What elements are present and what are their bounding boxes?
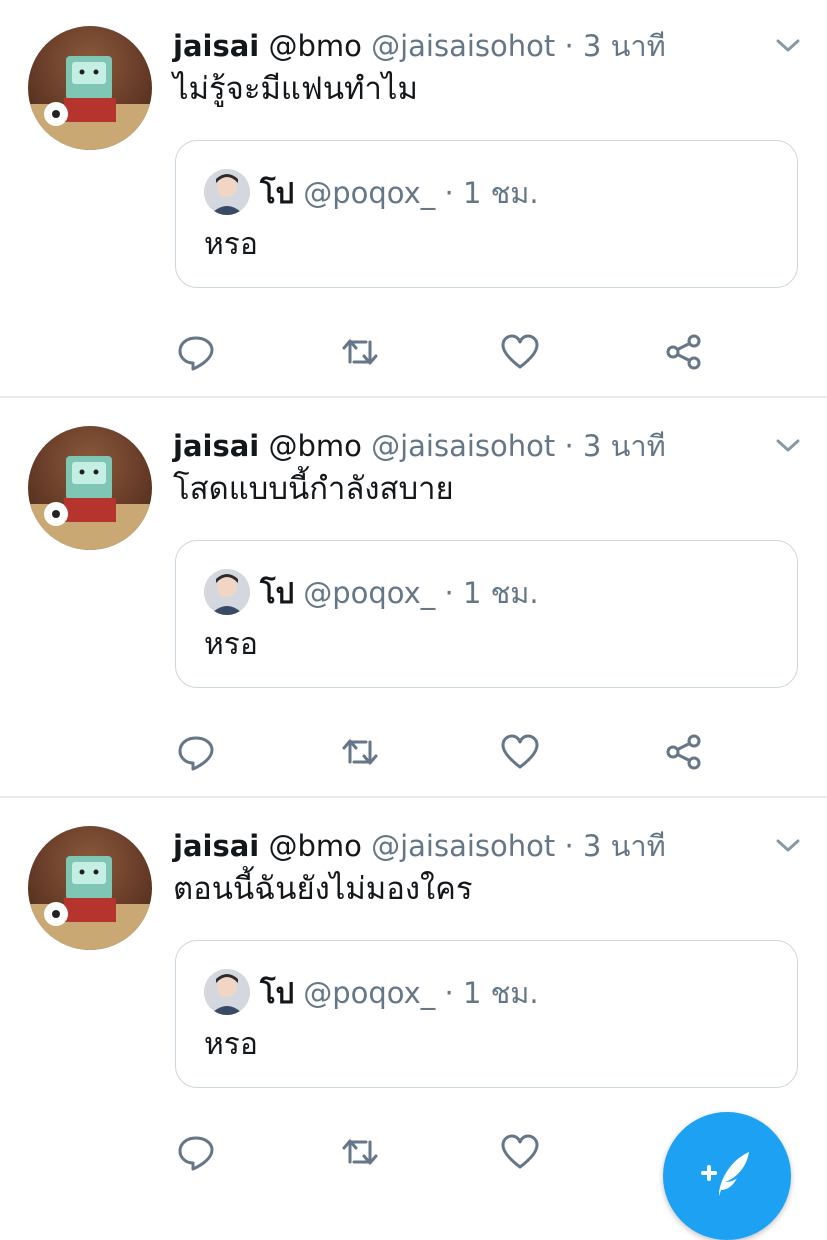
quoted-text: หรอ — [204, 627, 258, 662]
display-name-suffix: @bmo — [268, 29, 362, 63]
quoted-text: หรอ — [204, 227, 258, 262]
avatar[interactable] — [28, 426, 152, 550]
reply-icon[interactable] — [176, 1132, 216, 1172]
display-name-suffix: @bmo — [268, 429, 362, 463]
separator: · — [444, 976, 454, 1010]
display-name-suffix: @bmo — [268, 829, 362, 863]
separator: · — [564, 29, 574, 63]
quoted-header: โป @poqox_ · 1 ชม. — [260, 971, 539, 1015]
reply-icon[interactable] — [176, 332, 216, 372]
quoted-username[interactable]: @poqox_ — [303, 176, 435, 210]
compose-tweet-button[interactable] — [663, 1112, 791, 1240]
chevron-down-icon[interactable] — [775, 836, 801, 856]
display-name[interactable]: jaisai — [173, 429, 259, 463]
retweet-icon[interactable] — [340, 732, 380, 772]
retweet-icon[interactable] — [340, 332, 380, 372]
tweet-header: jaisai @bmo @jaisaisohot · 3 นาที — [173, 826, 666, 866]
timestamp[interactable]: 3 นาที — [583, 429, 666, 463]
separator: · — [564, 829, 574, 863]
quoted-timestamp: 1 ชม. — [462, 976, 539, 1010]
person-avatar-image — [204, 169, 250, 215]
bmo-avatar-image — [28, 56, 152, 150]
tweet-actions — [176, 332, 736, 372]
chevron-down-icon[interactable] — [775, 36, 801, 56]
quoted-timestamp: 1 ชม. — [462, 576, 539, 610]
avatar[interactable] — [28, 826, 152, 950]
tweet-divider — [0, 796, 827, 798]
display-name[interactable]: jaisai — [173, 29, 259, 63]
quoted-header: โป @poqox_ · 1 ชม. — [260, 571, 539, 615]
separator: · — [444, 176, 454, 210]
quoted-avatar[interactable] — [204, 569, 250, 615]
tweet-text: ไม่รู้จะมีแฟนทำไม — [173, 71, 418, 107]
tweet-text: โสดแบบนี้กำลังสบาย — [173, 471, 454, 507]
tweet-actions — [176, 732, 736, 772]
quoted-timestamp: 1 ชม. — [462, 176, 539, 210]
tweet-1[interactable]: jaisai @bmo @jaisaisohot · 3 นาที ไม่รู้… — [0, 0, 827, 400]
quoted-tweet[interactable]: โป @poqox_ · 1 ชม. หรอ — [175, 940, 798, 1088]
tweet-header: jaisai @bmo @jaisaisohot · 3 นาที — [173, 426, 666, 466]
heart-icon[interactable] — [500, 1132, 540, 1172]
timestamp[interactable]: 3 นาที — [583, 829, 666, 863]
username[interactable]: @jaisaisohot — [371, 429, 555, 463]
display-name[interactable]: jaisai — [173, 829, 259, 863]
separator: · — [444, 576, 454, 610]
quoted-avatar[interactable] — [204, 169, 250, 215]
person-avatar-image — [204, 969, 250, 1015]
quoted-display-name[interactable]: โป — [260, 976, 294, 1010]
quoted-display-name[interactable]: โป — [260, 576, 294, 610]
share-icon[interactable] — [664, 732, 704, 772]
quoted-header: โป @poqox_ · 1 ชม. — [260, 171, 539, 215]
separator: · — [564, 429, 574, 463]
tweet-actions — [176, 1132, 736, 1172]
bmo-avatar-image — [28, 856, 152, 950]
avatar[interactable] — [28, 26, 152, 150]
quoted-tweet[interactable]: โป @poqox_ · 1 ชม. หรอ — [175, 540, 798, 688]
quoted-display-name[interactable]: โป — [260, 176, 294, 210]
username[interactable]: @jaisaisohot — [371, 29, 555, 63]
timestamp[interactable]: 3 นาที — [583, 29, 666, 63]
username[interactable]: @jaisaisohot — [371, 829, 555, 863]
quoted-text: หรอ — [204, 1027, 258, 1062]
tweet-2[interactable]: jaisai @bmo @jaisaisohot · 3 นาที โสดแบบ… — [0, 400, 827, 800]
bmo-avatar-image — [28, 456, 152, 550]
tweet-divider — [0, 396, 827, 398]
chevron-down-icon[interactable] — [775, 436, 801, 456]
quoted-tweet[interactable]: โป @poqox_ · 1 ชม. หรอ — [175, 140, 798, 288]
quoted-username[interactable]: @poqox_ — [303, 576, 435, 610]
reply-icon[interactable] — [176, 732, 216, 772]
tweet-header: jaisai @bmo @jaisaisohot · 3 นาที — [173, 26, 666, 66]
heart-icon[interactable] — [500, 332, 540, 372]
retweet-icon[interactable] — [340, 1132, 380, 1172]
compose-tweet-icon — [701, 1152, 749, 1196]
quoted-username[interactable]: @poqox_ — [303, 976, 435, 1010]
person-avatar-image — [204, 569, 250, 615]
tweet-text: ตอนนี้ฉันยังไม่มองใคร — [173, 871, 473, 907]
share-icon[interactable] — [664, 332, 704, 372]
heart-icon[interactable] — [500, 732, 540, 772]
quoted-avatar[interactable] — [204, 969, 250, 1015]
